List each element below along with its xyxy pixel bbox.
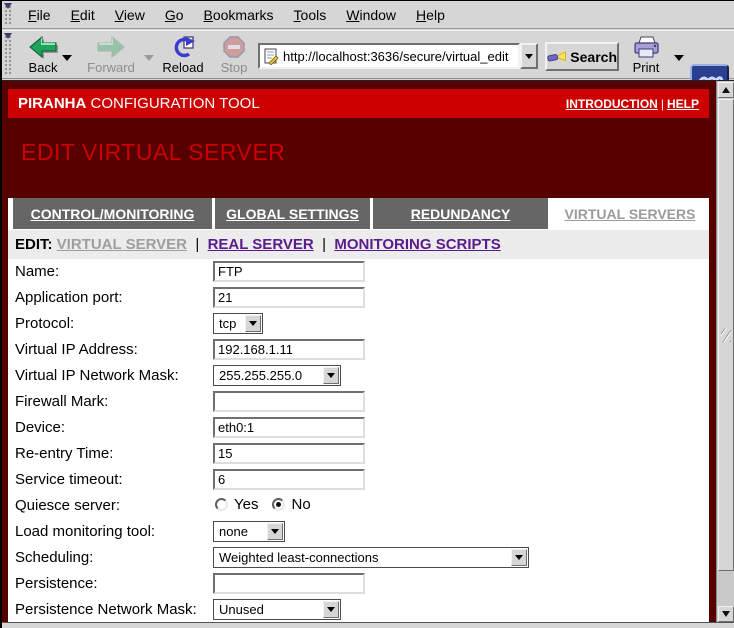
- quiesce-server-radio-group: Yes No: [215, 496, 319, 513]
- scheduling-select[interactable]: Weighted least-connections: [213, 547, 529, 568]
- device-input[interactable]: [213, 417, 365, 438]
- piranha-banner: PIRANHA CONFIGURATION TOOL INTRODUCTION|…: [8, 89, 709, 118]
- scroll-down-button[interactable]: [718, 606, 734, 622]
- chevron-down-icon: [525, 54, 533, 59]
- service-timeout-input[interactable]: [213, 469, 365, 490]
- reload-button[interactable]: Reload: [157, 33, 209, 77]
- chevron-down-icon: [245, 315, 261, 332]
- tab-control-monitoring[interactable]: CONTROL/MONITORING: [13, 198, 212, 229]
- print-dropdown-icon[interactable]: [674, 55, 684, 61]
- tab-redundancy[interactable]: REDUNDANCY: [373, 198, 548, 229]
- name-input[interactable]: [213, 261, 365, 282]
- chevron-down-icon: [511, 549, 527, 566]
- arrow-up-icon: [722, 87, 730, 93]
- menu-bar: File Edit View Go Bookmarks Tools Window…: [2, 1, 734, 29]
- print-button[interactable]: Print: [624, 33, 668, 77]
- content-panel: CONTROL/MONITORING GLOBAL SETTINGS REDUN…: [8, 198, 709, 623]
- menu-view[interactable]: View: [105, 7, 155, 23]
- persistence-netmask-select[interactable]: Unused: [213, 599, 341, 620]
- form-row: Name:: [8, 261, 709, 287]
- form-row: Persistence Network Mask: Unused: [8, 599, 709, 623]
- window-bottom-edge: [2, 622, 734, 628]
- vertical-scrollbar[interactable]: [716, 80, 734, 623]
- stop-icon: [222, 35, 246, 59]
- menu-edit[interactable]: Edit: [61, 7, 105, 23]
- virtual-ip-netmask-select[interactable]: 255.255.255.0: [213, 365, 341, 386]
- help-link[interactable]: HELP: [667, 97, 699, 111]
- protocol-select[interactable]: tcp: [213, 313, 263, 334]
- virtual-ip-address-input[interactable]: [213, 339, 365, 360]
- chevron-down-icon: [323, 601, 339, 618]
- menu-help[interactable]: Help: [406, 7, 455, 23]
- form-row: Application port:: [8, 287, 709, 313]
- application-port-input[interactable]: [213, 287, 365, 308]
- url-history-dropdown[interactable]: [520, 43, 538, 69]
- reload-icon: [170, 35, 196, 59]
- edit-subnav: EDIT: VIRTUAL SERVER | REAL SERVER | MON…: [8, 230, 709, 259]
- navigation-toolbar: Back Forward Reload Stop: [2, 30, 734, 79]
- menu-go[interactable]: Go: [155, 7, 194, 23]
- printer-icon: [631, 35, 661, 59]
- thumb-grip-icon: [721, 328, 731, 342]
- toolbar-grippy[interactable]: [3, 3, 12, 26]
- introduction-link[interactable]: INTRODUCTION: [566, 97, 658, 111]
- page-viewport: PIRANHA CONFIGURATION TOOL INTRODUCTION|…: [2, 80, 716, 623]
- persistence-input[interactable]: [213, 573, 365, 594]
- arrow-down-icon: [722, 611, 730, 617]
- back-button[interactable]: Back: [18, 33, 68, 77]
- stop-button[interactable]: Stop: [214, 33, 254, 77]
- back-arrow-icon: [28, 35, 58, 59]
- chevron-down-icon: [267, 523, 283, 540]
- form-row: Virtual IP Network Mask: 255.255.255.0: [8, 365, 709, 391]
- scroll-up-button[interactable]: [718, 82, 734, 98]
- form-row: Quiesce server: Yes No: [8, 495, 709, 521]
- firewall-mark-input[interactable]: [213, 391, 365, 412]
- form-row: Persistence:: [8, 573, 709, 599]
- menu-bookmarks[interactable]: Bookmarks: [194, 7, 284, 23]
- banner-links: INTRODUCTION|HELP: [566, 97, 699, 111]
- collapse-arrow-icon: [4, 3, 12, 9]
- collapse-arrow-icon: [4, 33, 12, 39]
- form-row: Protocol: tcp: [8, 313, 709, 339]
- back-dropdown-icon[interactable]: [62, 55, 72, 61]
- tab-global-settings[interactable]: GLOBAL SETTINGS: [215, 198, 370, 229]
- search-button[interactable]: Search: [545, 42, 619, 71]
- chevron-down-icon: [323, 367, 339, 384]
- reentry-time-input[interactable]: [213, 443, 365, 464]
- bookmark-page-icon: [263, 48, 279, 65]
- browser-window: File Edit View Go Bookmarks Tools Window…: [0, 0, 734, 628]
- form-row: Re-entry Time:: [8, 443, 709, 469]
- subnav-virtual-server: VIRTUAL SERVER: [57, 236, 187, 253]
- subnav-monitoring-scripts-link[interactable]: MONITORING SCRIPTS: [334, 236, 500, 253]
- subnav-prefix: EDIT:: [15, 236, 53, 253]
- load-monitoring-select[interactable]: none: [213, 521, 285, 542]
- page-title: EDIT VIRTUAL SERVER: [21, 139, 285, 166]
- toolbar-grippy[interactable]: [3, 33, 12, 76]
- quiesce-no-radio[interactable]: [272, 498, 285, 511]
- forward-arrow-icon: [96, 35, 126, 59]
- tab-virtual-servers[interactable]: VIRTUAL SERVERS: [551, 198, 709, 229]
- form-row: Firewall Mark:: [8, 391, 709, 417]
- forward-button[interactable]: Forward: [82, 33, 140, 77]
- scrollbar-thumb[interactable]: [718, 99, 734, 571]
- menu-tools[interactable]: Tools: [284, 7, 337, 23]
- flashlight-icon: [547, 48, 566, 66]
- quiesce-yes-radio[interactable]: [215, 498, 228, 511]
- url-bar[interactable]: http://localhost:3636/secure/virtual_edi…: [258, 43, 520, 69]
- menu-file[interactable]: File: [18, 7, 61, 23]
- forward-dropdown-icon[interactable]: [144, 55, 154, 61]
- form-row: Device:: [8, 417, 709, 443]
- menu-window[interactable]: Window: [336, 7, 406, 23]
- form-row: Load monitoring tool: none: [8, 521, 709, 547]
- form-row: Scheduling: Weighted least-connections: [8, 547, 709, 573]
- app-title: PIRANHA CONFIGURATION TOOL: [18, 95, 260, 112]
- url-text[interactable]: http://localhost:3636/secure/virtual_edi…: [283, 49, 508, 64]
- form-row: Service timeout:: [8, 469, 709, 495]
- form-row: Virtual IP Address:: [8, 339, 709, 365]
- subnav-real-server-link[interactable]: REAL SERVER: [208, 236, 314, 253]
